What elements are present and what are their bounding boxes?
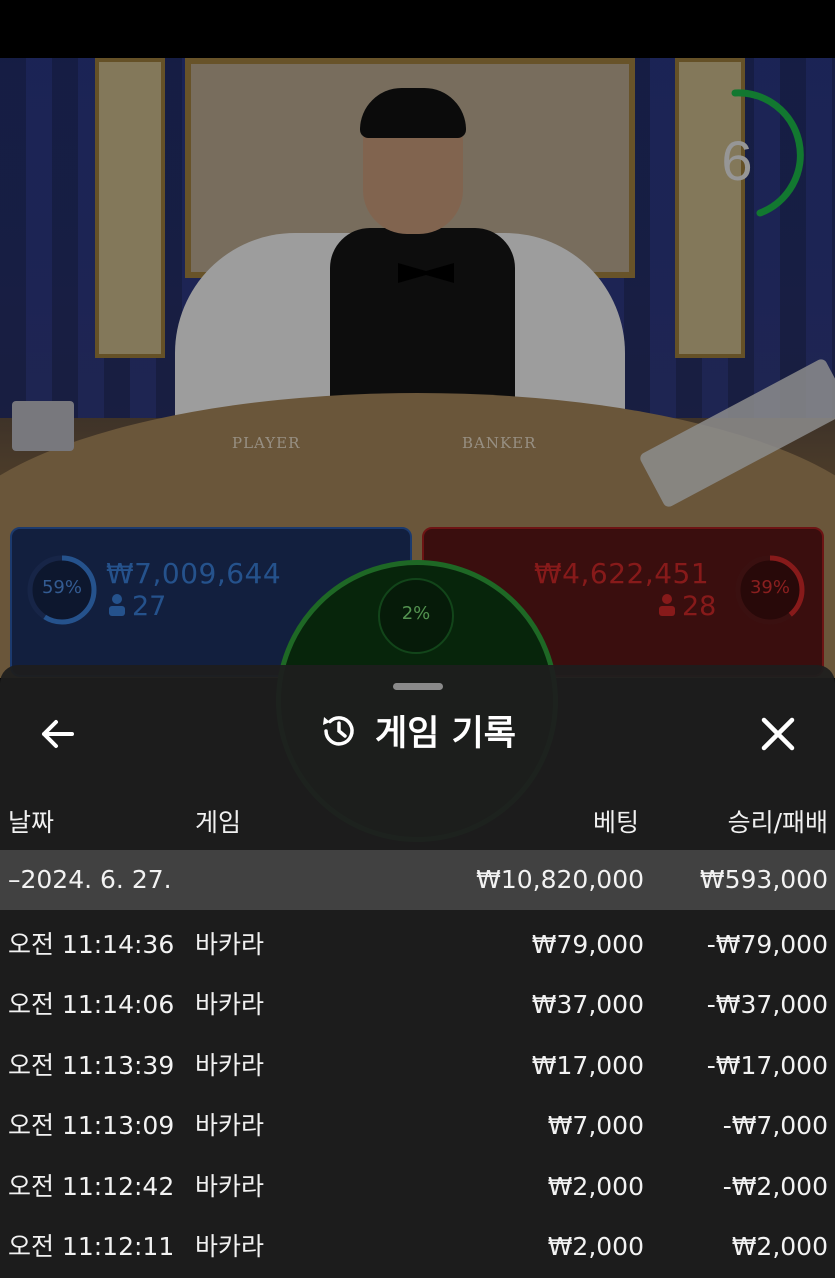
row-result: -₩79,000	[706, 930, 828, 959]
row-bet: ₩37,000	[531, 990, 644, 1019]
row-bet: ₩17,000	[531, 1051, 644, 1080]
card-box	[12, 401, 74, 451]
player-bettor-count: 27	[108, 591, 166, 622]
column-header-game: 게임	[195, 808, 242, 837]
row-game: 바카라	[195, 1051, 265, 1080]
row-time: 오전 11:14:06	[8, 990, 175, 1019]
summary-result: ₩593,000	[699, 865, 828, 894]
tie-percent: 2%	[401, 603, 431, 624]
row-result: -₩37,000	[706, 990, 828, 1019]
banker-bettor-count: 28	[658, 591, 716, 622]
table-row[interactable]: 오전 11:13:39 바카라 ₩17,000 -₩17,000	[0, 1036, 835, 1096]
row-bet: ₩2,000	[547, 1172, 644, 1201]
banker-count-value: 28	[682, 591, 717, 622]
banker-bet-total: ₩4,622,451	[534, 557, 710, 590]
countdown-value: 6	[721, 129, 753, 192]
row-result: -₩17,000	[706, 1051, 828, 1080]
close-icon[interactable]	[755, 711, 801, 757]
page-title: 게임 기록	[375, 714, 516, 754]
row-result: ₩2,000	[731, 1232, 828, 1261]
player-percent: 59%	[41, 577, 82, 598]
table-row[interactable]: 오전 11:14:36 바카라 ₩79,000 -₩79,000	[0, 915, 835, 975]
row-game: 바카라	[195, 1111, 265, 1140]
row-game: 바카라	[195, 990, 265, 1019]
table-row[interactable]: 오전 11:13:09 바카라 ₩7,000 -₩7,000	[0, 1096, 835, 1156]
row-bet: ₩7,000	[547, 1111, 644, 1140]
row-time: 오전 11:14:36	[8, 930, 175, 959]
table-row[interactable]: 오전 11:14:06 바카라 ₩37,000 -₩37,000	[0, 975, 835, 1035]
table-label-banker: BANKER	[462, 434, 537, 452]
column-header-bet: 베팅	[592, 808, 639, 837]
history-icon	[323, 715, 354, 746]
banker-percent: 39%	[749, 577, 790, 598]
summary-bet: ₩10,820,000	[476, 865, 644, 894]
row-bet: ₩2,000	[547, 1232, 644, 1261]
person-icon	[109, 594, 125, 616]
row-time: 오전 11:13:09	[8, 1111, 175, 1140]
row-result: -₩7,000	[722, 1111, 828, 1140]
row-time: 오전 11:12:42	[8, 1172, 175, 1201]
row-bet: ₩79,000	[531, 930, 644, 959]
history-header: 게임 기록	[0, 705, 835, 756]
player-count-value: 27	[132, 591, 167, 622]
table-row[interactable]: 오전 11:12:11 바카라 ₩2,000 ₩2,000	[0, 1217, 835, 1277]
table-row[interactable]: 오전 11:12:42 바카라 ₩2,000 -₩2,000	[0, 1157, 835, 1217]
sheet-drag-handle[interactable]	[393, 683, 443, 690]
player-bet-total: ₩7,009,644	[106, 557, 282, 590]
row-game: 바카라	[195, 930, 265, 959]
row-game: 바카라	[195, 1172, 265, 1201]
row-game: 바카라	[195, 1232, 265, 1261]
date-summary-row[interactable]: –2024. 6. 27. ₩10,820,000 ₩593,000	[0, 850, 835, 910]
column-header-result: 승리/패배	[727, 808, 828, 837]
column-header-date: 날짜	[8, 808, 55, 837]
row-result: -₩2,000	[722, 1172, 828, 1201]
summary-date: –2024. 6. 27.	[8, 865, 172, 894]
row-time: 오전 11:12:11	[8, 1232, 175, 1261]
video-pillar	[95, 58, 165, 358]
status-bar	[0, 0, 835, 58]
person-icon	[659, 594, 675, 616]
row-time: 오전 11:13:39	[8, 1051, 175, 1080]
table-label-player: PLAYER	[232, 434, 301, 452]
